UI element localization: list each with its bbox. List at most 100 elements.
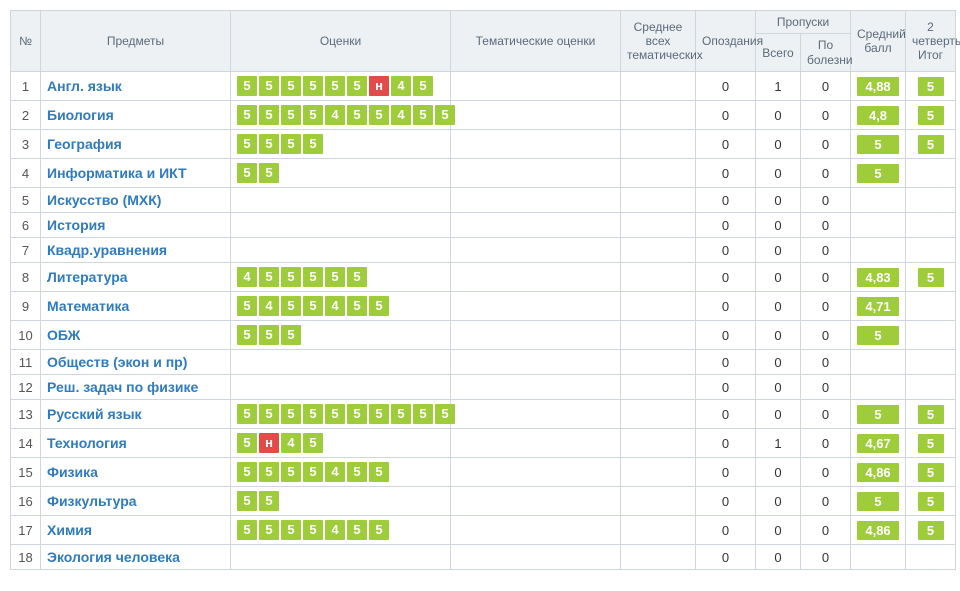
subject-cell: Квадр.уравнения — [41, 238, 231, 263]
subject-cell: Физкультура — [41, 487, 231, 516]
table-header: № Предметы Оценки Тематические оценки Ср… — [11, 11, 956, 72]
quarter-badge: 5 — [918, 268, 944, 287]
grades-cell: 5555455 — [231, 516, 451, 545]
quarter-cell — [906, 350, 956, 375]
subject-link[interactable]: Биология — [47, 107, 114, 123]
abs-total-cell: 0 — [756, 130, 801, 159]
col-num: № — [11, 11, 41, 72]
grades-cell: 555 — [231, 321, 451, 350]
subject-link[interactable]: Обществ (экон и пр) — [47, 354, 187, 370]
grades-cell — [231, 545, 451, 570]
quarter-cell: 5 — [906, 487, 956, 516]
grade-mark: 5 — [391, 404, 411, 424]
quarter-cell: 5 — [906, 130, 956, 159]
grade-mark: 5 — [347, 520, 367, 540]
grade-mark: 4 — [237, 267, 257, 287]
grade-mark: 5 — [259, 462, 279, 482]
subject-link[interactable]: Реш. задач по физике — [47, 379, 198, 395]
table-row: 17Химия55554550004,865 — [11, 516, 956, 545]
subject-link[interactable]: Информатика и ИКТ — [47, 165, 187, 181]
grade-mark: 5 — [237, 520, 257, 540]
grades-cell: 55 — [231, 159, 451, 188]
grade-mark: 5 — [413, 404, 433, 424]
late-cell: 0 — [696, 375, 756, 400]
grades-cell: 55 — [231, 487, 451, 516]
late-cell: 0 — [696, 188, 756, 213]
grade-mark: 5 — [281, 105, 301, 125]
late-cell: 0 — [696, 321, 756, 350]
avg-cell — [851, 375, 906, 400]
row-number: 2 — [11, 101, 41, 130]
grade-mark: 5 — [325, 267, 345, 287]
subject-link[interactable]: Физика — [47, 464, 98, 480]
subject-link[interactable]: Англ. язык — [47, 78, 122, 94]
subject-link[interactable]: Русский язык — [47, 406, 142, 422]
row-number: 12 — [11, 375, 41, 400]
table-row: 13Русский язык555555555500055 — [11, 400, 956, 429]
abs-ill-cell: 0 — [801, 130, 851, 159]
grade-mark: 5 — [303, 134, 323, 154]
grade-mark: 5 — [259, 491, 279, 511]
subject-link[interactable]: Физкультура — [47, 493, 137, 509]
row-number: 7 — [11, 238, 41, 263]
avg-cell: 4,67 — [851, 429, 906, 458]
table-row: 14Технология5н450104,675 — [11, 429, 956, 458]
abs-total-cell: 1 — [756, 429, 801, 458]
quarter-badge: 5 — [918, 405, 944, 424]
subject-link[interactable]: Квадр.уравнения — [47, 242, 167, 258]
subject-link[interactable]: Химия — [47, 522, 92, 538]
row-number: 4 — [11, 159, 41, 188]
row-number: 3 — [11, 130, 41, 159]
quarter-cell: 5 — [906, 263, 956, 292]
abs-ill-cell: 0 — [801, 159, 851, 188]
subject-link[interactable]: Технология — [47, 435, 127, 451]
thematic-cell — [451, 238, 621, 263]
avg-thematic-cell — [621, 321, 696, 350]
grade-mark: 5 — [303, 267, 323, 287]
subject-cell: Реш. задач по физике — [41, 375, 231, 400]
grade-mark: 4 — [259, 296, 279, 316]
grade-mark: 5 — [259, 134, 279, 154]
grade-mark: 5 — [325, 404, 345, 424]
subject-link[interactable]: Искусство (МХК) — [47, 192, 161, 208]
abs-ill-cell: 0 — [801, 516, 851, 545]
abs-total-cell: 0 — [756, 213, 801, 238]
subject-cell: ОБЖ — [41, 321, 231, 350]
col-subject: Предметы — [41, 11, 231, 72]
thematic-cell — [451, 516, 621, 545]
avg-cell — [851, 238, 906, 263]
avg-thematic-cell — [621, 101, 696, 130]
grade-mark: 5 — [259, 520, 279, 540]
grade-mark: 5 — [281, 520, 301, 540]
subject-cell: Экология человека — [41, 545, 231, 570]
subject-link[interactable]: ОБЖ — [47, 327, 80, 343]
subject-cell: Физика — [41, 458, 231, 487]
subject-cell: Биология — [41, 101, 231, 130]
quarter-cell — [906, 159, 956, 188]
abs-total-cell: 1 — [756, 72, 801, 101]
row-number: 15 — [11, 458, 41, 487]
subject-link[interactable]: Математика — [47, 298, 129, 314]
quarter-cell — [906, 238, 956, 263]
table-row: 18Экология человека000 — [11, 545, 956, 570]
grade-mark: 4 — [391, 76, 411, 96]
avg-thematic-cell — [621, 130, 696, 159]
subject-cell: Англ. язык — [41, 72, 231, 101]
grade-mark: 5 — [281, 267, 301, 287]
avg-cell: 4,8 — [851, 101, 906, 130]
avg-cell — [851, 188, 906, 213]
avg-thematic-cell — [621, 429, 696, 458]
quarter-cell — [906, 213, 956, 238]
abs-total-cell: 0 — [756, 400, 801, 429]
subject-cell: Литература — [41, 263, 231, 292]
abs-ill-cell: 0 — [801, 263, 851, 292]
grade-mark: 5 — [281, 462, 301, 482]
subject-link[interactable]: Экология человека — [47, 549, 180, 565]
subject-link[interactable]: География — [47, 136, 122, 152]
grade-mark: 5 — [347, 404, 367, 424]
grade-mark: 5 — [237, 404, 257, 424]
grade-mark: 5 — [237, 76, 257, 96]
subject-link[interactable]: Литература — [47, 269, 128, 285]
grade-mark: 5 — [281, 325, 301, 345]
subject-link[interactable]: История — [47, 217, 105, 233]
